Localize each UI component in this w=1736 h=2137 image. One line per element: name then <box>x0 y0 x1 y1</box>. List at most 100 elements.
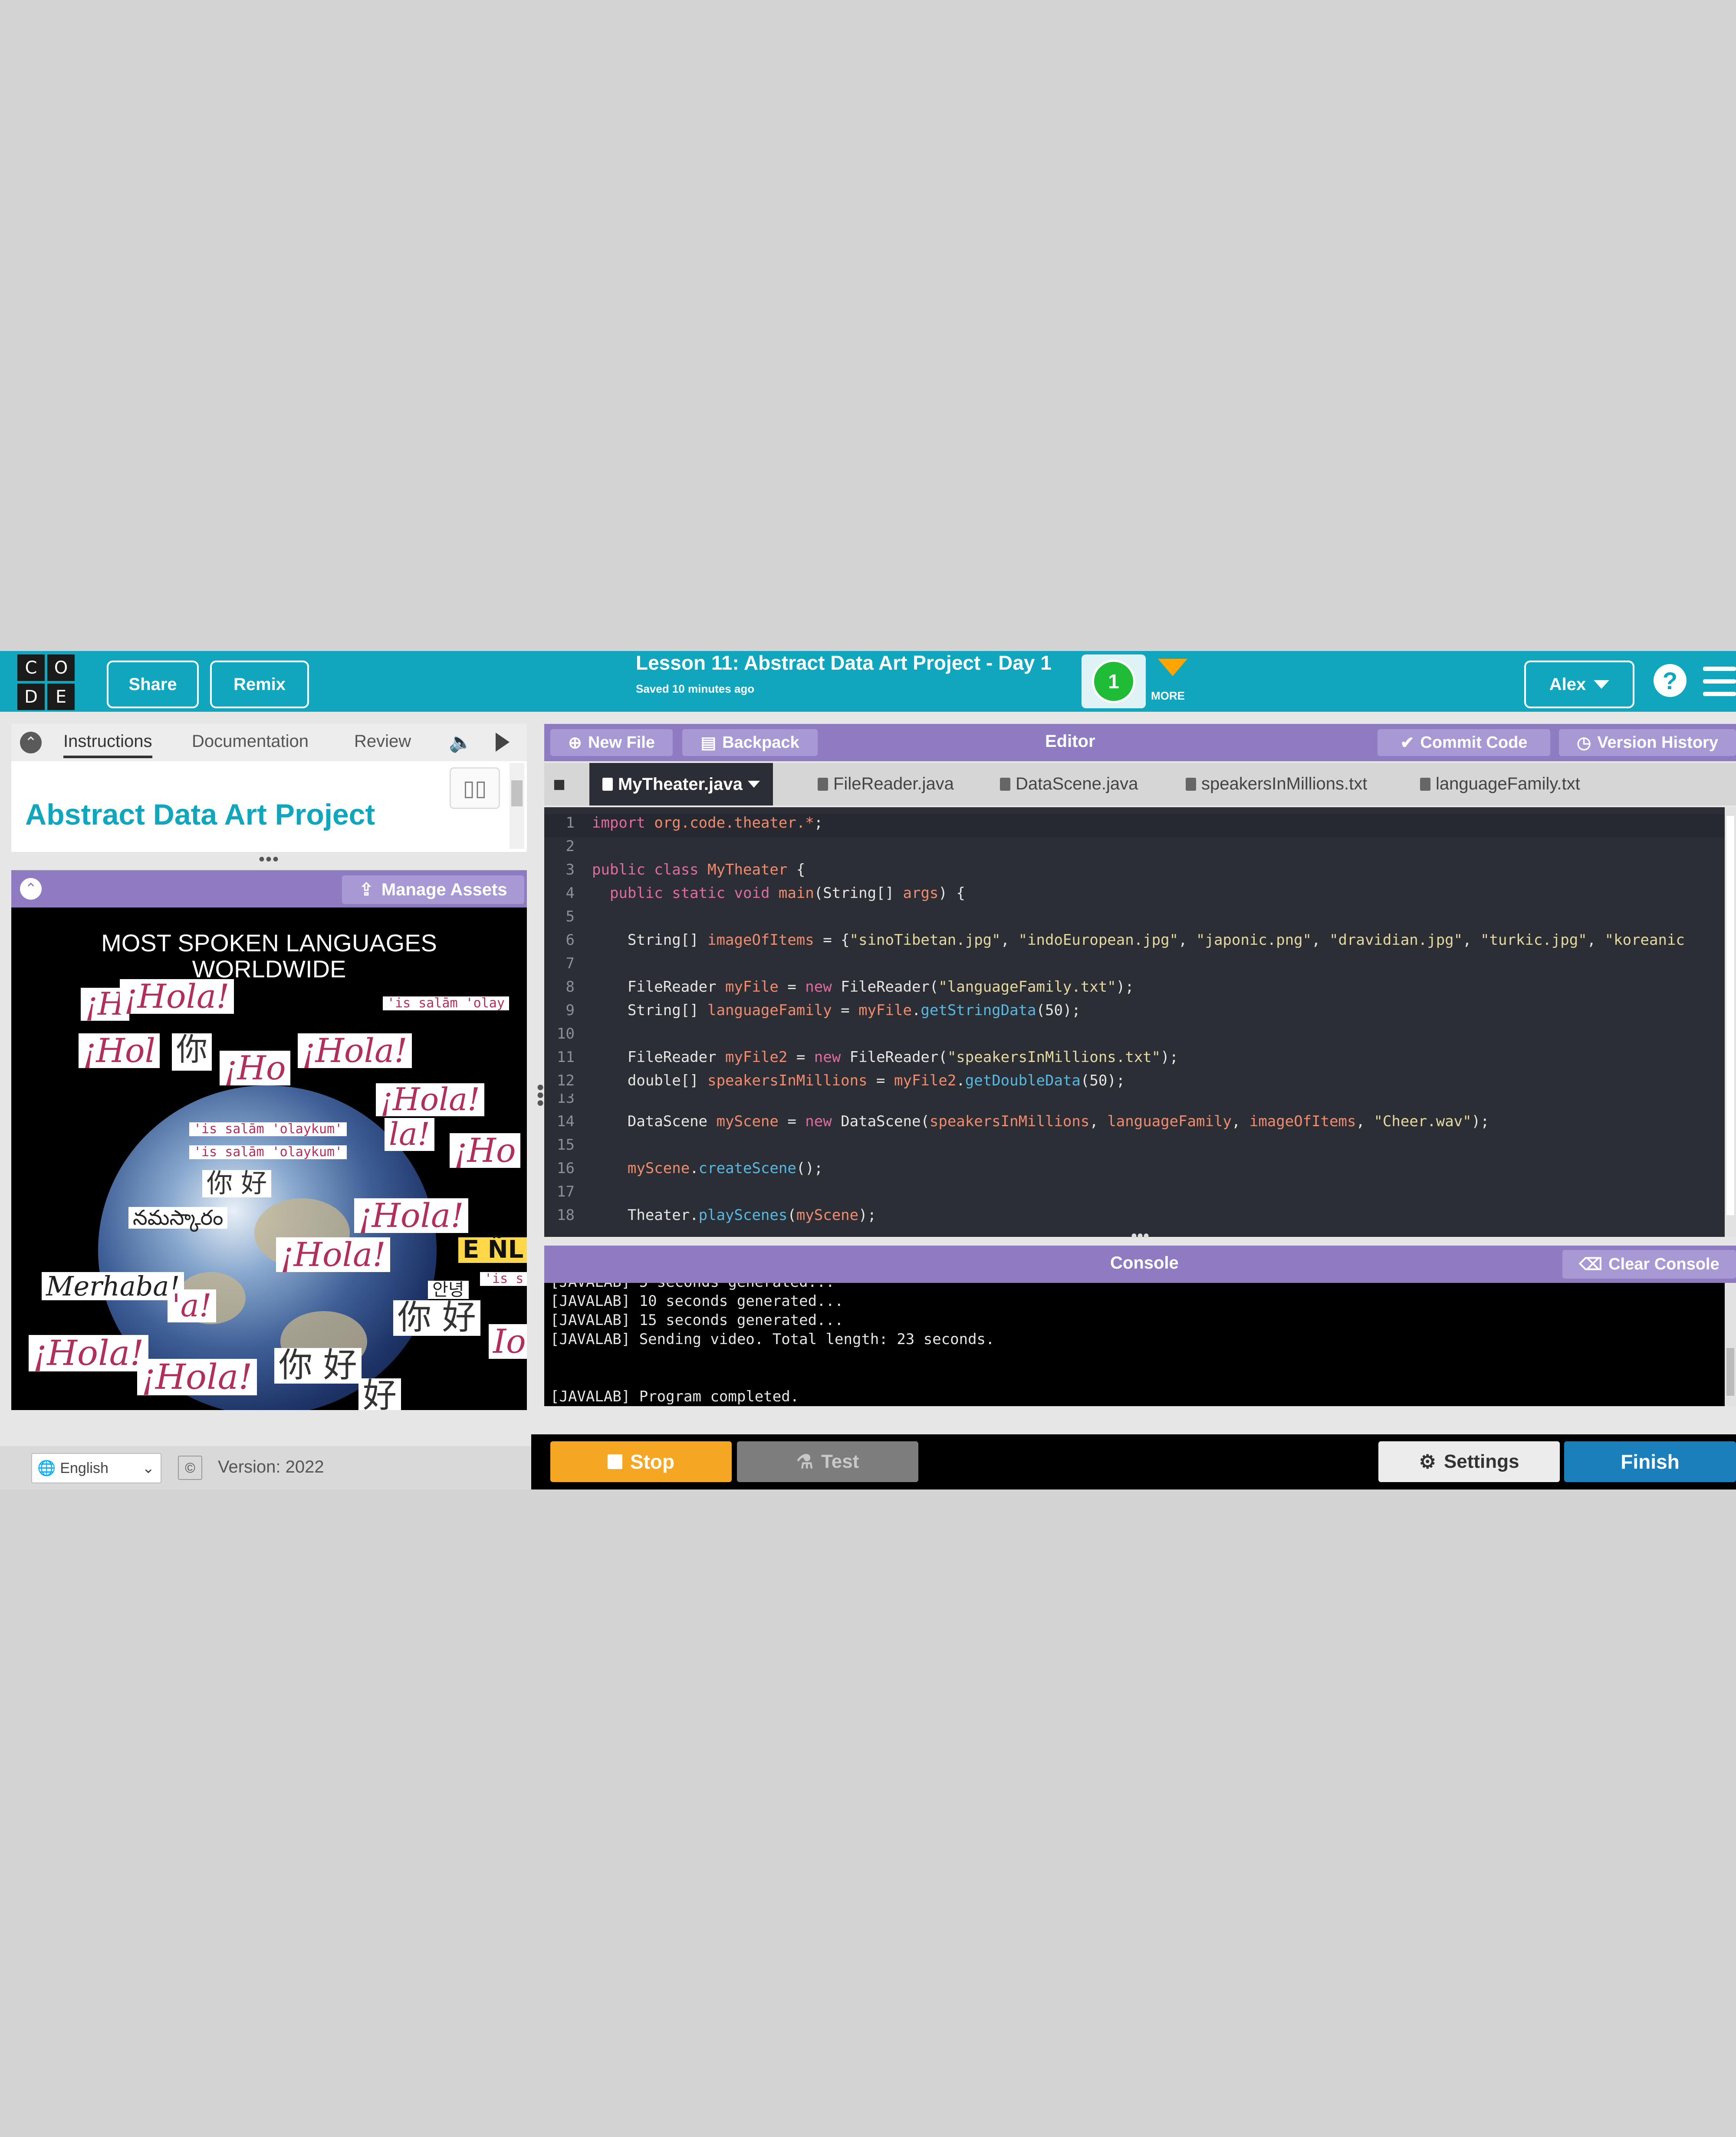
footer-bar: 🌐 English ⌄ © Version: 2022 <box>0 1446 531 1489</box>
hamburger-menu-icon[interactable] <box>1703 667 1736 696</box>
console-resize-handle[interactable]: ••• <box>1131 1226 1149 1246</box>
visualization-title-line1: MOST SPOKEN LANGUAGES <box>101 929 437 957</box>
test-button[interactable]: ⚗ Test <box>737 1441 918 1482</box>
code-editor-lower[interactable]: 13 14 DataScene myScene = new DataScene(… <box>544 1094 1725 1237</box>
file-tab-datascene[interactable]: DataScene.java <box>1000 774 1138 794</box>
commit-code-button[interactable]: ✔ Commit Code <box>1378 729 1550 756</box>
clear-console-button[interactable]: ⌫ Clear Console <box>1562 1250 1736 1279</box>
tab-instructions[interactable]: Instructions <box>63 732 152 758</box>
greeting-chip: ¡Hola! <box>137 1359 257 1395</box>
greeting-chip: 'is salām 'olaykum' <box>189 1122 347 1136</box>
code-line: 2 <box>566 838 575 855</box>
editor-scrollbar[interactable] <box>1725 807 1736 1237</box>
file-tab-label: DataScene.java <box>1016 774 1138 793</box>
greeting-chip: E ÑL <box>458 1237 527 1263</box>
file-tab-label: languageFamily.txt <box>1436 774 1580 793</box>
finish-button[interactable]: Finish <box>1564 1441 1736 1482</box>
user-menu-button[interactable]: Alex <box>1524 661 1634 708</box>
folder-icon[interactable]: ■ <box>553 773 579 796</box>
code-line: 16 myScene.createScene(); <box>557 1160 823 1177</box>
instructions-resize-handle[interactable]: ••• <box>259 850 279 869</box>
greeting-chip: నమస్కారం <box>128 1207 228 1229</box>
collapse-instructions-icon[interactable]: ⌃ <box>20 732 42 753</box>
share-button[interactable]: Share <box>107 661 199 708</box>
backpack-icon: ▤ <box>700 733 717 752</box>
greeting-chip: 'is salām 'olaykum' <box>189 1145 347 1159</box>
greeting-chip: la! <box>385 1118 434 1151</box>
collapse-visualization-icon[interactable]: ⌃ <box>20 878 42 900</box>
greeting-chip: Io <box>489 1324 527 1359</box>
test-label: Test <box>821 1451 859 1472</box>
greeting-chip: 'is s <box>480 1272 527 1286</box>
code-editor[interactable]: 1 import org.code.theater.*; 2 3 public cl… <box>544 807 1725 1094</box>
greeting-chip: Merhaba! <box>42 1272 184 1300</box>
version-label: Version: 2022 <box>218 1457 324 1476</box>
file-tab-bar: ■ MyTheater.java FileReader.java DataSce… <box>544 763 1736 805</box>
code-line: 15 <box>557 1136 575 1154</box>
console-scrollbar[interactable] <box>1725 1283 1736 1406</box>
file-tab-label: FileReader.java <box>833 774 954 793</box>
code-line: 3 public class MyTheater { <box>566 861 806 878</box>
tab-review[interactable]: Review <box>354 732 411 751</box>
instructions-title: Abstract Data Art Project <box>25 798 375 831</box>
file-icon <box>1186 777 1196 791</box>
remix-button[interactable]: Remix <box>210 661 309 708</box>
code-line: 5 <box>566 908 575 925</box>
file-icon <box>818 777 828 791</box>
instructions-scrollbar[interactable] <box>510 763 524 849</box>
stop-button[interactable]: Stop <box>550 1441 732 1482</box>
help-icon[interactable]: ? <box>1654 664 1687 697</box>
file-tab-languagefamily[interactable]: languageFamily.txt <box>1420 774 1580 794</box>
clear-console-label: Clear Console <box>1608 1255 1720 1273</box>
panel-resize-handle[interactable]: ● ● ● <box>536 1081 544 1109</box>
progress-bubble[interactable]: 1 <box>1092 660 1135 703</box>
logo-letter-e: E <box>47 684 75 710</box>
more-label[interactable]: MORE <box>1151 689 1185 703</box>
visualization-title-line2: WORLDWIDE <box>192 955 346 983</box>
settings-button[interactable]: ⚙ Settings <box>1378 1441 1560 1482</box>
play-icon[interactable] <box>496 733 510 752</box>
caret-down-icon <box>1594 680 1610 689</box>
greeting-chip: ¡Hola! <box>120 979 234 1014</box>
more-dropdown-icon[interactable] <box>1158 659 1187 676</box>
version-history-label: Version History <box>1597 733 1718 752</box>
greeting-chip: 안녕 <box>428 1281 469 1299</box>
immersive-reader-icon[interactable]: ▯▯ <box>450 767 500 809</box>
language-select[interactable]: 🌐 English ⌄ <box>31 1453 161 1483</box>
upload-icon: ⇪ <box>359 880 374 899</box>
gear-icon: ⚙ <box>1419 1451 1436 1473</box>
visualization-header: ⌃ ⇪ Manage Assets <box>11 870 527 907</box>
code-line: 7 <box>566 955 575 972</box>
greeting-chip: ¡Hola! <box>276 1237 390 1272</box>
file-tab-speakers[interactable]: speakersInMillions.txt <box>1186 774 1367 794</box>
text-to-speech-icon[interactable]: 🔈 <box>449 731 473 753</box>
console-line: [JAVALAB] 10 seconds generated... <box>550 1292 844 1310</box>
stop-label: Stop <box>630 1450 675 1473</box>
file-tab-mytheater[interactable]: MyTheater.java <box>589 763 773 805</box>
file-icon <box>1420 777 1430 791</box>
greeting-chip: ¡Hola! <box>376 1083 484 1116</box>
console-line: [JAVALAB] 15 seconds generated... <box>550 1312 844 1329</box>
lesson-title[interactable]: Lesson 11: Abstract Data Art Project - D… <box>636 651 1052 674</box>
file-icon <box>1000 777 1010 791</box>
run-controls-bar: Stop ⚗ Test ⚙ Settings Finish <box>531 1434 1736 1489</box>
code-line: 8 FileReader myFile = new FileReader("la… <box>566 978 1134 996</box>
progress-bubble-container: 1 <box>1082 654 1146 708</box>
new-file-button[interactable]: ⊕ New File <box>550 729 673 756</box>
copyright-icon[interactable]: © <box>178 1456 202 1480</box>
console-line: [JAVALAB] Sending video. Total length: 2… <box>550 1331 995 1348</box>
version-history-button[interactable]: ◷ Version History <box>1559 729 1736 756</box>
code-line: 4 public static void main(String[] args)… <box>566 884 965 902</box>
code-line: 1 import org.code.theater.*; <box>544 814 1725 838</box>
visualization-title: MOST SPOKEN LANGUAGES WORLDWIDE <box>11 930 527 982</box>
manage-assets-button[interactable]: ⇪ Manage Assets <box>342 875 524 904</box>
backpack-button[interactable]: ▤ Backpack <box>682 729 818 756</box>
new-file-label: New File <box>588 733 655 752</box>
greeting-chip: ¡Ho <box>220 1051 290 1085</box>
file-tab-filereader[interactable]: FileReader.java <box>818 774 954 794</box>
greeting-chip: 好 <box>358 1378 401 1410</box>
greeting-chip: 你 好 <box>274 1348 362 1384</box>
console-output[interactable]: [JAVALAB] 5 seconds generated... [JAVALA… <box>544 1283 1725 1406</box>
code-org-logo[interactable]: C O D E <box>17 654 75 710</box>
tab-documentation[interactable]: Documentation <box>192 732 309 751</box>
